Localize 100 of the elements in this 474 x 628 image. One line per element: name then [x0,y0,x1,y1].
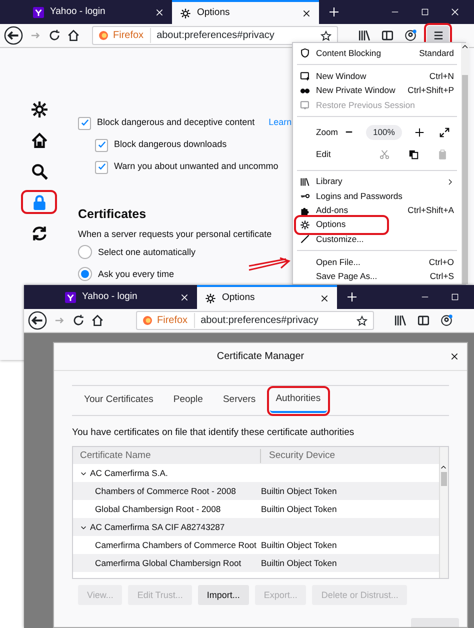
new-tab-icon[interactable] [328,6,340,18]
shield-icon [300,48,310,58]
tab-title: Yahoo - login [82,290,138,304]
table-cell: AC Camerfirma S.A. [90,466,168,480]
column-header[interactable]: Security Device [261,448,335,463]
menu-item[interactable]: Content Blocking Standard [297,46,457,60]
scrollbar-thumb[interactable] [441,472,447,486]
sidebar-icon[interactable] [381,29,394,42]
table-row[interactable]: AC Camerfirma SA CIF A82743287 [73,518,439,536]
menu-item[interactable]: Options [297,218,386,232]
address-bar[interactable]: Firefox about:preferences#privacy [92,26,338,45]
menu-item[interactable]: Save Page As... Ctrl+S [297,270,457,284]
account-icon[interactable] [440,314,453,327]
learn-more-link[interactable]: Learn [268,116,292,130]
menu-item[interactable]: Library [297,174,457,190]
table-row[interactable]: AC Camerfirma S.A. [73,464,439,482]
zoom-reset-button[interactable]: 100% [366,124,402,140]
shortcut-text: Ctrl+Shift+P [408,84,454,98]
menu-item[interactable]: Customize... [297,232,457,246]
yahoo-logo-icon [65,292,76,302]
settings-icon [30,100,48,118]
menu-item[interactable]: Logins and Passwords [297,189,457,204]
zoom-in-icon[interactable] [414,126,425,138]
scissors-icon[interactable] [378,149,390,160]
checkbox[interactable] [78,116,91,130]
menu-label: Save Page As... [316,270,378,284]
home-icon[interactable] [91,314,104,327]
table-cell-text: Camerfirma Chambers of Commerce Root [94,538,258,552]
checkbox[interactable] [95,138,108,152]
menu-label: Library [316,175,344,188]
menu-item[interactable]: New Private Window Ctrl+Shift+P [297,84,457,98]
table-row[interactable]: Global Chambersign Root - 2008 Builtin Object Token [73,500,439,518]
scrollbar[interactable] [439,447,448,578]
browser-tab[interactable]: Options [172,0,319,24]
account-icon[interactable] [404,29,417,42]
reload-icon[interactable] [72,314,85,327]
dialog-tab[interactable]: People [167,388,209,412]
firefox-logo-icon [142,315,153,326]
library-icon [300,176,310,187]
sync-icon [30,224,48,242]
table-row[interactable]: Camerfirma Chambers of Commerce Root Builtin Object Token [73,536,439,554]
library-icon[interactable] [358,29,371,42]
table-cell-text: Chambers of Commerce Root - 2008 [94,484,237,498]
new-tab-icon[interactable] [346,291,358,303]
copy-icon[interactable] [408,149,419,160]
table-row[interactable]: Camerfirma Global Chambersign Root Builtin Object Token [73,554,439,572]
maximize-icon[interactable] [450,292,460,302]
tab-title: Yahoo - login [50,4,106,19]
table-cell: AC Camerfirma SA CIF A82743287 [90,520,225,534]
home-icon [30,132,48,148]
table-row[interactable]: Chambers of Commerce Root - 2008 Builtin Object Token [73,482,439,500]
close-icon[interactable] [320,294,329,302]
chevron-down-icon[interactable] [80,524,87,531]
dialog-tab[interactable]: Your Certificates [78,388,160,412]
menu-label: Zoom [316,126,338,139]
gear-icon [180,8,191,18]
fullscreen-icon[interactable] [438,126,450,138]
section-description: When a server requests your personal certificate [78,228,273,241]
menu-label: New Window [316,70,368,83]
menu-label: Customize... [316,232,365,246]
browser-tab[interactable]: Yahoo - login [25,0,172,24]
library-icon[interactable] [394,314,407,327]
radio-button[interactable] [78,267,92,282]
back-icon[interactable] [28,311,47,330]
menu-item[interactable]: Open File... Ctrl+O [297,255,457,270]
menu-item[interactable]: New Window Ctrl+N [297,69,457,84]
url-text: about:preferences#privacy [156,29,276,43]
back-icon[interactable] [4,26,23,45]
checkbox-label: Block dangerous downloads [114,138,227,152]
section-heading: Certificates [78,206,148,223]
close-icon[interactable] [302,8,311,18]
table-cell-text: Camerfirma Global Chambersign Root [94,556,242,570]
checkmark-icon [80,118,90,128]
scrollbar[interactable] [460,43,469,284]
dialog-button[interactable]: Import... [198,585,249,606]
dialog-tab[interactable]: Servers [216,388,262,412]
menu-item[interactable]: Add-ons Ctrl+Shift+A [297,203,457,218]
checkbox[interactable] [95,160,108,174]
close-icon[interactable] [450,352,459,361]
home-icon[interactable] [67,29,80,42]
clipboard-icon[interactable] [436,149,448,160]
column-header[interactable]: Certificate Name [73,448,261,463]
maximize-icon[interactable] [420,7,430,17]
menu-label: New Private Window [316,84,396,98]
reload-icon[interactable] [48,29,61,42]
table-cell: Builtin Object Token [261,538,337,552]
shortcut-text: Ctrl+O [428,256,454,269]
yahoo-logo-icon [33,6,44,18]
menu-label: Logins and Passwords [316,190,404,203]
dialog-description: You have certificates on file that identify these certificate authorities [72,426,356,440]
star-icon[interactable] [320,30,332,42]
window-icon [300,100,310,110]
radio-button[interactable] [78,245,92,260]
star-icon[interactable] [356,314,368,326]
address-bar[interactable]: Firefox about:preferences#privacy [136,311,374,330]
menu-label: Edit [316,148,332,162]
browser-tab[interactable]: Yahoo - login [57,285,197,309]
browser-tab[interactable]: Options [197,285,337,309]
sidebar-icon[interactable] [417,314,430,327]
chevron-down-icon[interactable] [80,470,87,477]
